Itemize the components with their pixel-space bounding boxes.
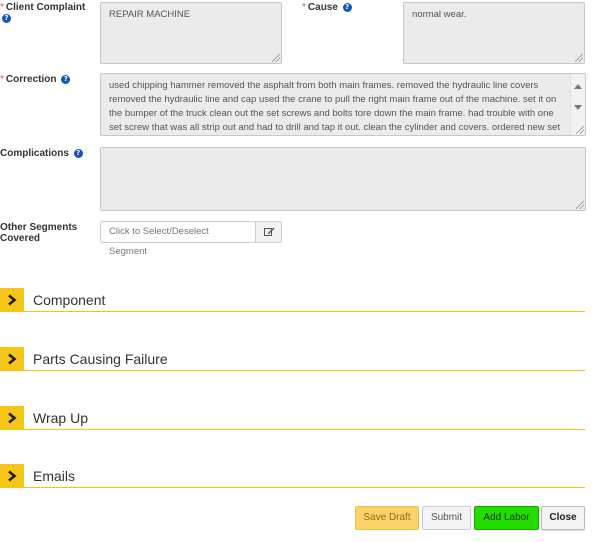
section-toggle[interactable] <box>0 464 24 488</box>
correction-label-text: Correction <box>5 74 57 85</box>
resize-handle-icon[interactable] <box>576 201 584 209</box>
edit-icon <box>264 227 275 236</box>
segment-select-placeholder: Click to Select/Deselect Segment <box>109 226 209 257</box>
scroll-up-icon[interactable] <box>574 84 582 89</box>
save-draft-button[interactable]: Save Draft <box>355 506 419 530</box>
section-wrap-up[interactable]: Wrap Up <box>0 406 585 430</box>
close-button[interactable]: Close <box>541 506 585 530</box>
client-complaint-textarea[interactable]: REPAIR MACHINE <box>100 2 282 64</box>
client-complaint-value: REPAIR MACHINE <box>109 9 191 20</box>
correction-label: * Correction ? <box>0 74 96 85</box>
section-toggle[interactable] <box>0 288 24 312</box>
section-component[interactable]: Component <box>0 288 585 312</box>
section-parts-causing-failure[interactable]: Parts Causing Failure <box>0 347 585 371</box>
section-emails[interactable]: Emails <box>0 464 585 488</box>
question-circle-icon[interactable]: ? <box>61 75 71 84</box>
segment-edit-button[interactable] <box>255 221 282 243</box>
chevron-right-icon <box>8 294 17 306</box>
client-complaint-label: * Client Complaint ? <box>0 2 90 24</box>
section-title: Emails <box>33 468 76 484</box>
resize-handle-icon[interactable] <box>576 126 584 134</box>
cause-value: normal wear. <box>412 9 467 20</box>
resize-handle-icon[interactable] <box>575 54 583 62</box>
required-marker: * <box>302 2 306 13</box>
other-segments-label-line2: Covered <box>0 233 41 244</box>
submit-button[interactable]: Submit <box>422 506 471 530</box>
complications-textarea[interactable] <box>100 147 586 211</box>
other-segments-label: Other Segments Covered <box>0 222 96 244</box>
section-toggle[interactable] <box>0 347 24 371</box>
client-complaint-label-text: Client Complaint <box>5 2 86 13</box>
section-title: Wrap Up <box>33 410 88 426</box>
section-toggle[interactable] <box>0 406 24 430</box>
chevron-right-icon <box>8 470 17 482</box>
correction-textarea[interactable]: used chipping hammer removed the asphalt… <box>100 73 586 136</box>
required-marker: * <box>0 74 4 85</box>
required-marker: * <box>0 2 4 13</box>
question-circle-icon[interactable]: ? <box>342 3 352 12</box>
scroll-down-icon[interactable] <box>574 105 582 110</box>
correction-value: used chipping hammer removed the asphalt… <box>109 80 560 133</box>
resize-handle-icon[interactable] <box>272 54 280 62</box>
question-circle-icon[interactable]: ? <box>73 149 83 158</box>
section-title: Parts Causing Failure <box>33 351 168 367</box>
cause-label-text: Cause <box>307 2 338 13</box>
complications-label-text: Complications <box>0 148 69 159</box>
chevron-right-icon <box>8 353 17 365</box>
other-segments-label-line1: Other Segments <box>0 222 78 233</box>
cause-label: * Cause ? <box>302 2 398 13</box>
question-circle-icon[interactable]: ? <box>2 14 11 23</box>
complications-label: Complications ? <box>0 148 96 159</box>
section-title: Component <box>33 292 106 308</box>
chevron-right-icon <box>8 412 17 424</box>
cause-textarea[interactable]: normal wear. <box>403 2 585 64</box>
add-labor-button[interactable]: Add Labor <box>474 506 539 530</box>
segment-select-input[interactable]: Click to Select/Deselect Segment <box>100 221 256 257</box>
